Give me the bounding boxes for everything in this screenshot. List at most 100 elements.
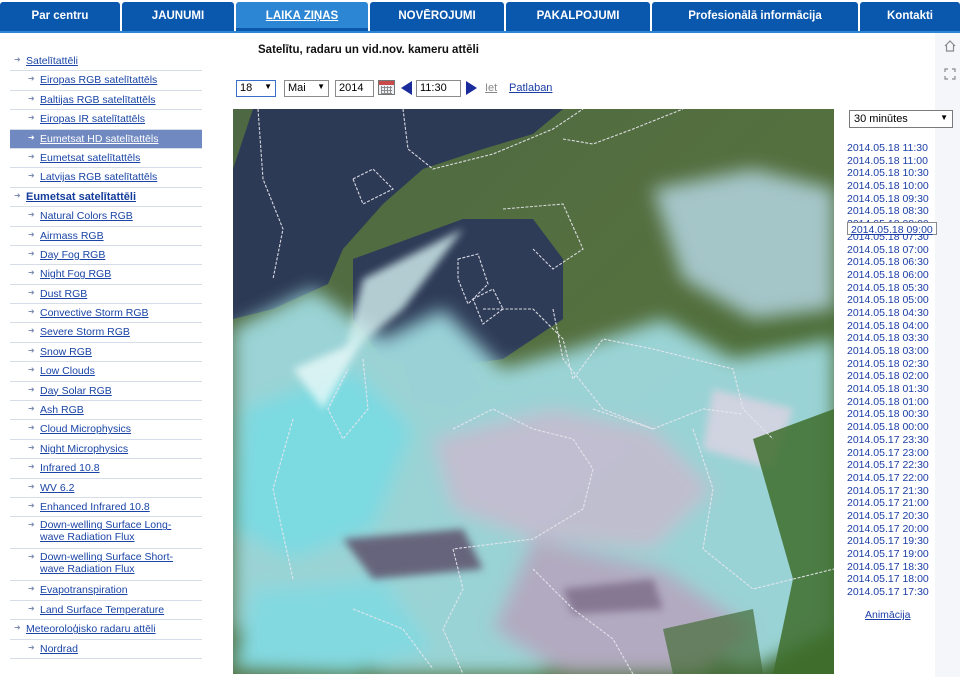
menu-item-label: Down-welling Surface Short-wave Radiatio… — [40, 551, 174, 576]
menu-item-snow[interactable]: ➜ Snow RGB — [10, 343, 202, 363]
arrow-right-icon: ➜ — [28, 481, 35, 491]
timestamp-link[interactable]: 2014.05.17 17:30 — [847, 586, 947, 599]
timestamp-link[interactable]: 2014.05.18 11:30 — [847, 142, 947, 155]
menu-item-label: Meteoroloģisko radaru attēli — [26, 623, 156, 636]
menu-item-label: Eiropas IR satelītattēls — [40, 113, 146, 126]
timestamp-link[interactable]: 2014.05.17 22:30 — [847, 459, 947, 472]
menu-item-natural-colors[interactable]: ➜ Natural Colors RGB — [10, 207, 202, 227]
timestamp-link[interactable]: 2014.05.17 21:30 — [847, 485, 947, 498]
menu-item-label: Ash RGB — [40, 404, 84, 417]
menu-item-dust[interactable]: ➜ Dust RGB — [10, 285, 202, 305]
timestamp-link[interactable]: 2014.05.18 10:00 — [847, 180, 947, 193]
timestamp-link[interactable]: 2014.05.17 21:00 — [847, 497, 947, 510]
menu-item-shortwave-flux[interactable]: ➜ Down-welling Surface Short-wave Radiati… — [10, 549, 202, 582]
menu-item-convective-storm[interactable]: ➜ Convective Storm RGB — [10, 304, 202, 324]
timestamp-link[interactable]: 2014.05.18 03:00 — [847, 345, 947, 358]
tab-noverojumi[interactable]: NOVĒROJUMI — [370, 2, 504, 31]
timestamp-link[interactable]: 2014.05.18 02:00 — [847, 370, 947, 383]
menu-item-eiropas-ir[interactable]: ➜ Eiropas IR satelītattēls — [10, 110, 202, 130]
arrow-right-icon: ➜ — [28, 326, 35, 336]
time-input[interactable]: 11:30 — [416, 80, 461, 97]
home-icon[interactable] — [944, 40, 956, 55]
timestamp-link[interactable]: 2014.05.17 18:30 — [847, 561, 947, 574]
timestamp-link[interactable]: 2014.05.17 23:30 — [847, 434, 947, 447]
timestamp-link-selected[interactable]: 2014.05.18 09:00 — [847, 222, 937, 236]
arrow-right-icon: ➜ — [28, 345, 35, 355]
tab-profesionala-informacija[interactable]: Profesionālā informācija — [652, 2, 858, 31]
timestamp-link[interactable]: 2014.05.18 06:30 — [847, 256, 947, 269]
menu-item-low-clouds[interactable]: ➜ Low Clouds — [10, 362, 202, 382]
go-link[interactable]: Iet — [485, 82, 497, 94]
fullscreen-icon[interactable] — [944, 68, 956, 83]
timestamp-link[interactable]: 2014.05.17 20:30 — [847, 510, 947, 523]
tab-par-centru[interactable]: Par centru — [0, 2, 120, 31]
menu-item-eumetsat[interactable]: ➜ Eumetsat satelītattēls — [10, 149, 202, 169]
tab-pakalpojumi[interactable]: PAKALPOJUMI — [506, 2, 650, 31]
triangle-left-icon[interactable] — [401, 81, 412, 95]
menu-item-night-fog[interactable]: ➜ Night Fog RGB — [10, 265, 202, 285]
menu-item-severe-storm[interactable]: ➜ Severe Storm RGB — [10, 323, 202, 343]
timestamp-link[interactable]: 2014.05.18 01:00 — [847, 396, 947, 409]
menu-item-evapotranspiration[interactable]: ➜ Evapotranspiration — [10, 581, 202, 601]
day-select[interactable]: 18 ▼ — [236, 80, 276, 97]
timestamp-link[interactable]: 2014.05.17 22:00 — [847, 472, 947, 485]
timestamp-link[interactable]: 2014.05.18 03:30 — [847, 332, 947, 345]
menu-item-enhanced-infrared[interactable]: ➜ Enhanced Infrared 10.8 — [10, 498, 202, 518]
menu-item-airmass[interactable]: ➜ Airmass RGB — [10, 227, 202, 246]
menu-item-longwave-flux[interactable]: ➜ Down-welling Surface Long-wave Radiatio… — [10, 517, 202, 550]
tab-jaunumi[interactable]: JAUNUMI — [122, 2, 234, 31]
timestamp-link[interactable]: 2014.05.18 10:30 — [847, 167, 947, 180]
timestamp-link[interactable]: 2014.05.18 00:30 — [847, 408, 947, 421]
menu-item-label: Dust RGB — [40, 287, 88, 300]
menu-item-day-solar[interactable]: ➜ Day Solar RGB — [10, 382, 202, 402]
menu-item-eumetsat-satelitatteli[interactable]: ➜ Eumetsat satelītattēli — [10, 188, 202, 208]
menu-item-latvijas-rgb[interactable]: ➜ Latvijas RGB satelītattēls — [10, 168, 202, 188]
menu-item-night-microphysics[interactable]: ➜ Night Microphysics — [10, 440, 202, 460]
menu-item-satelitattels[interactable]: ➜ Satelītattēli — [10, 52, 202, 72]
timestamp-link[interactable]: 2014.05.17 18:00 — [847, 573, 947, 586]
animation-link[interactable]: Animācija — [865, 609, 911, 621]
now-link[interactable]: Patlaban — [509, 82, 552, 94]
timestamp-link[interactable]: 2014.05.17 20:00 — [847, 523, 947, 536]
menu-item-cloud-microphysics[interactable]: ➜ Cloud Microphysics — [10, 420, 202, 440]
timestamp-link[interactable]: 2014.05.18 01:30 — [847, 383, 947, 396]
satellite-image[interactable] — [233, 109, 834, 674]
timestamp-link[interactable]: 2014.05.18 00:00 — [847, 421, 947, 434]
menu-item-day-fog[interactable]: ➜ Day Fog RGB — [10, 246, 202, 266]
menu-item-baltijas-rgb[interactable]: ➜ Baltijas RGB satelītattēls — [10, 91, 202, 111]
menu-item-radaru-atteli[interactable]: ➜ Meteoroloģisko radaru attēli — [10, 620, 202, 640]
menu-item-ash[interactable]: ➜ Ash RGB — [10, 401, 202, 421]
menu-item-nordrad[interactable]: ➜ Nordrad — [10, 640, 202, 659]
arrow-right-icon: ➜ — [28, 584, 35, 594]
arrow-right-icon: ➜ — [28, 268, 35, 278]
timestamp-link[interactable]: 2014.05.18 05:30 — [847, 282, 947, 295]
satellite-map-graphic — [233, 109, 834, 674]
timestamp-link[interactable]: 2014.05.17 23:00 — [847, 447, 947, 460]
menu-item-land-surface-temperature[interactable]: ➜ Land Surface Temperature — [10, 601, 202, 621]
timestamp-link[interactable]: 2014.05.18 02:30 — [847, 358, 947, 371]
triangle-right-icon[interactable] — [466, 81, 477, 95]
menu-item-eiropas-rgb[interactable]: ➜ Eiropas RGB satelītattēls — [10, 71, 202, 91]
arrow-right-icon: ➜ — [28, 151, 35, 161]
timestamp-link[interactable]: 2014.05.18 09:30 — [847, 193, 947, 206]
timestamp-link[interactable]: 2014.05.18 07:00 — [847, 244, 947, 257]
timestamp-link[interactable]: 2014.05.18 05:00 — [847, 294, 947, 307]
year-input[interactable]: 2014 — [335, 80, 374, 97]
calendar-icon[interactable] — [378, 80, 395, 95]
timestamp-link[interactable]: 2014.05.18 11:00 — [847, 155, 947, 168]
timestamp-link[interactable]: 2014.05.18 08:30 — [847, 205, 947, 218]
timestamp-link[interactable]: 2014.05.17 19:30 — [847, 535, 947, 548]
timestamp-link[interactable]: 2014.05.18 04:30 — [847, 307, 947, 320]
interval-select[interactable]: 30 minūtes ▼ — [849, 110, 953, 128]
tab-kontakti[interactable]: Kontakti — [860, 2, 960, 31]
menu-item-label: Low Clouds — [40, 365, 95, 378]
menu-item-infrared-108[interactable]: ➜ Infrared 10.8 — [10, 459, 202, 479]
timestamp-link[interactable]: 2014.05.18 06:00 — [847, 269, 947, 282]
tab-laika-zinas[interactable]: LAIKA ZIŅAS — [236, 2, 368, 31]
menu-item-wv-62[interactable]: ➜ WV 6.2 — [10, 479, 202, 498]
menu-item-label: Eiropas RGB satelītattēls — [40, 74, 158, 87]
timestamp-link[interactable]: 2014.05.18 04:00 — [847, 320, 947, 333]
month-select[interactable]: Mai ▼ — [284, 80, 329, 97]
menu-item-eumetsat-hd[interactable]: ➜ Eumetsat HD satelītattēls — [10, 129, 202, 149]
timestamp-link[interactable]: 2014.05.17 19:00 — [847, 548, 947, 561]
